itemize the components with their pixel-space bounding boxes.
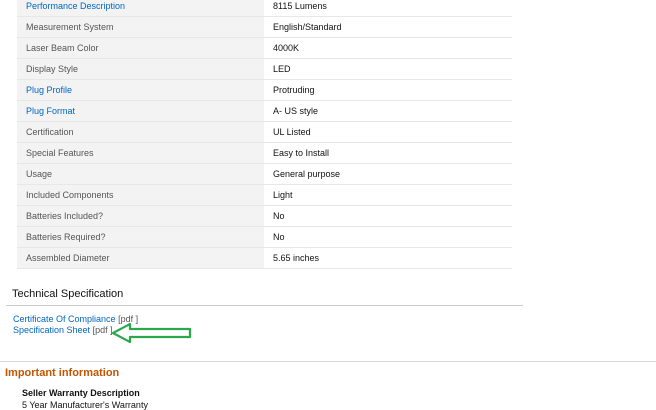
certificate-of-compliance-link[interactable]: Certificate Of Compliance: [13, 314, 116, 324]
spec-label: Batteries Included?: [17, 205, 264, 227]
spec-value: No: [264, 226, 512, 248]
spec-row: Batteries Required? No: [17, 226, 512, 248]
spec-row: Certification UL Listed: [17, 121, 512, 143]
spec-row: Display Style LED: [17, 58, 512, 80]
spec-value: 5.65 inches: [264, 247, 512, 269]
spec-label: Measurement System: [17, 16, 264, 38]
spec-label: Included Components: [17, 184, 264, 206]
spec-label[interactable]: Plug Profile: [17, 79, 264, 101]
spec-row: Special Features Easy to Install: [17, 142, 512, 164]
spec-label: Assembled Diameter: [17, 247, 264, 269]
spec-row: Performance Description 8115 Lumens: [17, 0, 512, 17]
spec-value: General purpose: [264, 163, 512, 185]
spec-value: 4000K: [264, 37, 512, 59]
spec-label: Display Style: [17, 58, 264, 80]
document-item-spec-sheet: Specification Sheet [pdf ]: [13, 325, 113, 336]
spec-value: 8115 Lumens: [264, 0, 512, 17]
spec-row: Laser Beam Color 4000K: [17, 37, 512, 59]
spec-label: Batteries Required?: [17, 226, 264, 248]
spec-table-body: Performance Description 8115 Lumens Measur…: [17, 0, 512, 269]
section-divider: [6, 305, 523, 306]
spec-label: Laser Beam Color: [17, 37, 264, 59]
spec-label[interactable]: Performance Description: [17, 0, 264, 17]
spec-label[interactable]: Plug Format: [17, 100, 264, 122]
spec-value: UL Listed: [264, 121, 512, 143]
spec-value: Easy to Install: [264, 142, 512, 164]
spec-label: Special Features: [17, 142, 264, 164]
spec-label: Certification: [17, 121, 264, 143]
spec-row: Usage General purpose: [17, 163, 512, 185]
spec-row: Measurement System English/Standard: [17, 16, 512, 38]
spec-value: Light: [264, 184, 512, 206]
spec-value: No: [264, 205, 512, 227]
specification-sheet-link[interactable]: Specification Sheet: [13, 325, 90, 335]
spec-value: LED: [264, 58, 512, 80]
spec-value: English/Standard: [264, 16, 512, 38]
technical-specification-heading: Technical Specification: [12, 288, 124, 300]
spec-sheet-file-type: [pdf ]: [92, 325, 113, 335]
spec-value: A- US style: [264, 100, 512, 122]
spec-row: Assembled Diameter 5.65 inches: [17, 247, 512, 269]
seller-warranty-heading: Seller Warranty Description: [22, 388, 140, 398]
seller-warranty-text: 5 Year Manufacturer's Warranty: [22, 400, 148, 410]
spec-value: Protruding: [264, 79, 512, 101]
spec-row: Batteries Included? No: [17, 205, 512, 227]
spec-row: Included Components Light: [17, 184, 512, 206]
important-information-heading: Important information: [5, 367, 120, 379]
important-divider: [0, 361, 656, 362]
spec-row: Plug Profile Protruding: [17, 79, 512, 101]
left-arrow-icon: [112, 322, 192, 344]
product-specifications-table: Performance Description 8115 Lumens Measur…: [17, 0, 512, 269]
spec-label: Usage: [17, 163, 264, 185]
spec-row: Plug Format A- US style: [17, 100, 512, 122]
